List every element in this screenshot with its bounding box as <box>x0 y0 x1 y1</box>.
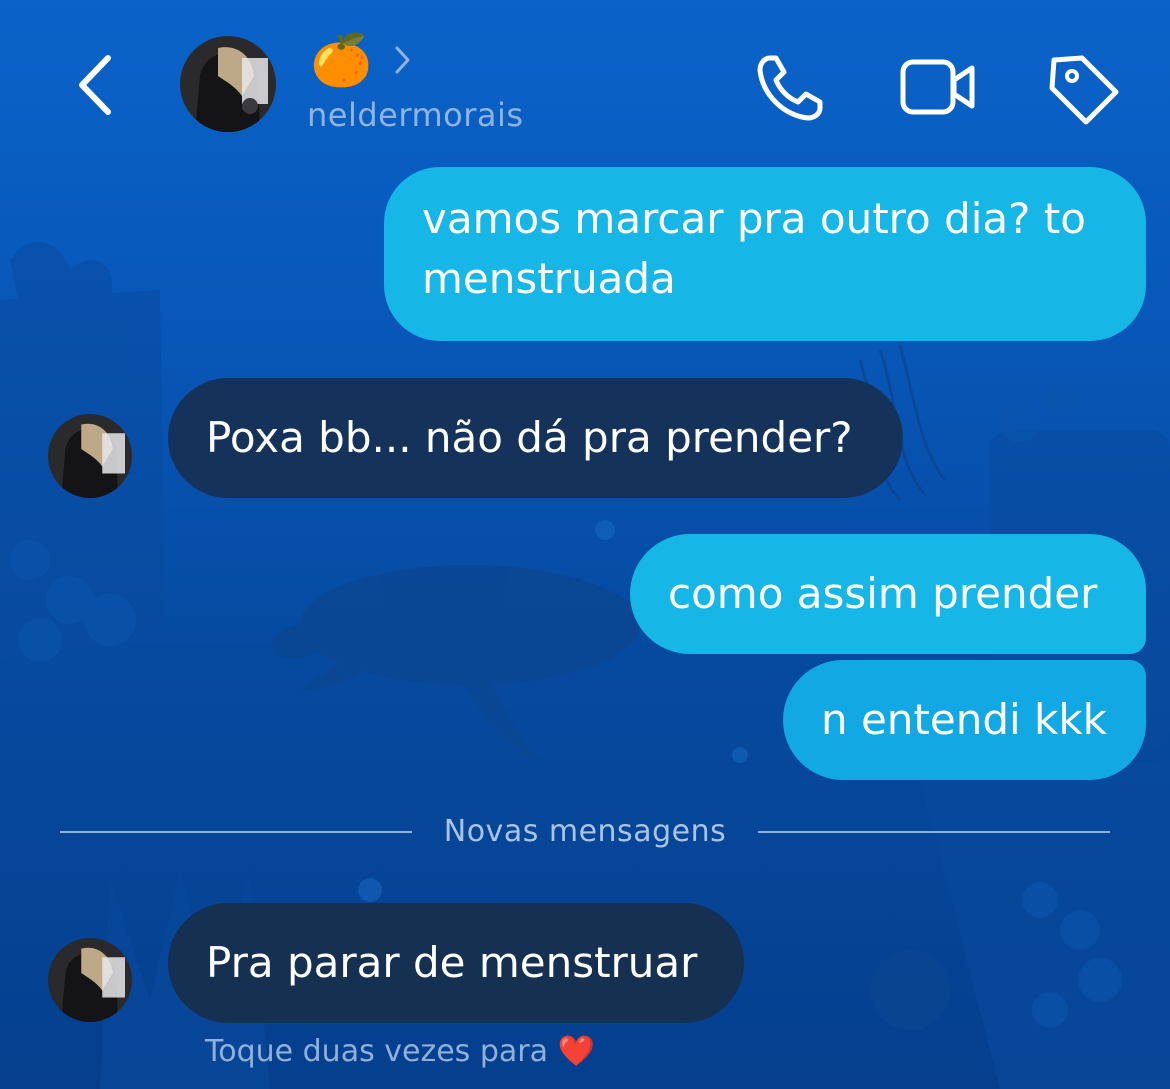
video-camera-icon[interactable] <box>898 50 978 126</box>
message-text: n entendi kkk <box>821 695 1108 744</box>
phone-icon[interactable] <box>752 50 828 126</box>
avatar-photo <box>180 36 276 132</box>
message-text: Poxa bb... não dá pra prender? <box>206 413 853 462</box>
chevron-right-icon[interactable] <box>392 42 414 78</box>
message-incoming[interactable]: Pra parar de menstruar <box>168 903 744 1023</box>
heart-icon: ❤️ <box>557 1034 595 1069</box>
chat-screen: 🍊 neldermorais vamos marcar pra outro di… <box>0 0 1170 1089</box>
message-outgoing[interactable]: vamos marcar pra outro dia? to menstruad… <box>384 167 1146 341</box>
message-outgoing[interactable]: n entendi kkk <box>783 660 1146 780</box>
double-tap-hint: Toque duas vezes para ❤️ <box>205 1034 595 1069</box>
message-text: Pra parar de menstruar <box>206 938 698 987</box>
back-chevron-icon[interactable] <box>70 50 130 120</box>
message-text: vamos marcar pra outro dia? to <box>422 194 1086 243</box>
avatar-photo <box>48 414 132 498</box>
contact-avatar[interactable] <box>180 36 276 132</box>
message-outgoing[interactable]: como assim prender <box>630 534 1146 654</box>
avatar-photo <box>48 938 132 1022</box>
tag-icon[interactable] <box>1046 50 1122 126</box>
message-incoming[interactable]: Poxa bb... não dá pra prender? <box>168 378 903 498</box>
contact-name-emoji[interactable]: 🍊 <box>310 30 372 90</box>
sender-avatar[interactable] <box>48 414 132 498</box>
message-text: menstruada <box>422 254 676 303</box>
double-tap-hint-text: Toque duas vezes para <box>205 1034 548 1069</box>
sender-avatar[interactable] <box>48 938 132 1022</box>
contact-username[interactable]: neldermorais <box>307 96 524 134</box>
message-text: como assim prender <box>668 569 1098 618</box>
divider-line <box>758 831 1110 833</box>
